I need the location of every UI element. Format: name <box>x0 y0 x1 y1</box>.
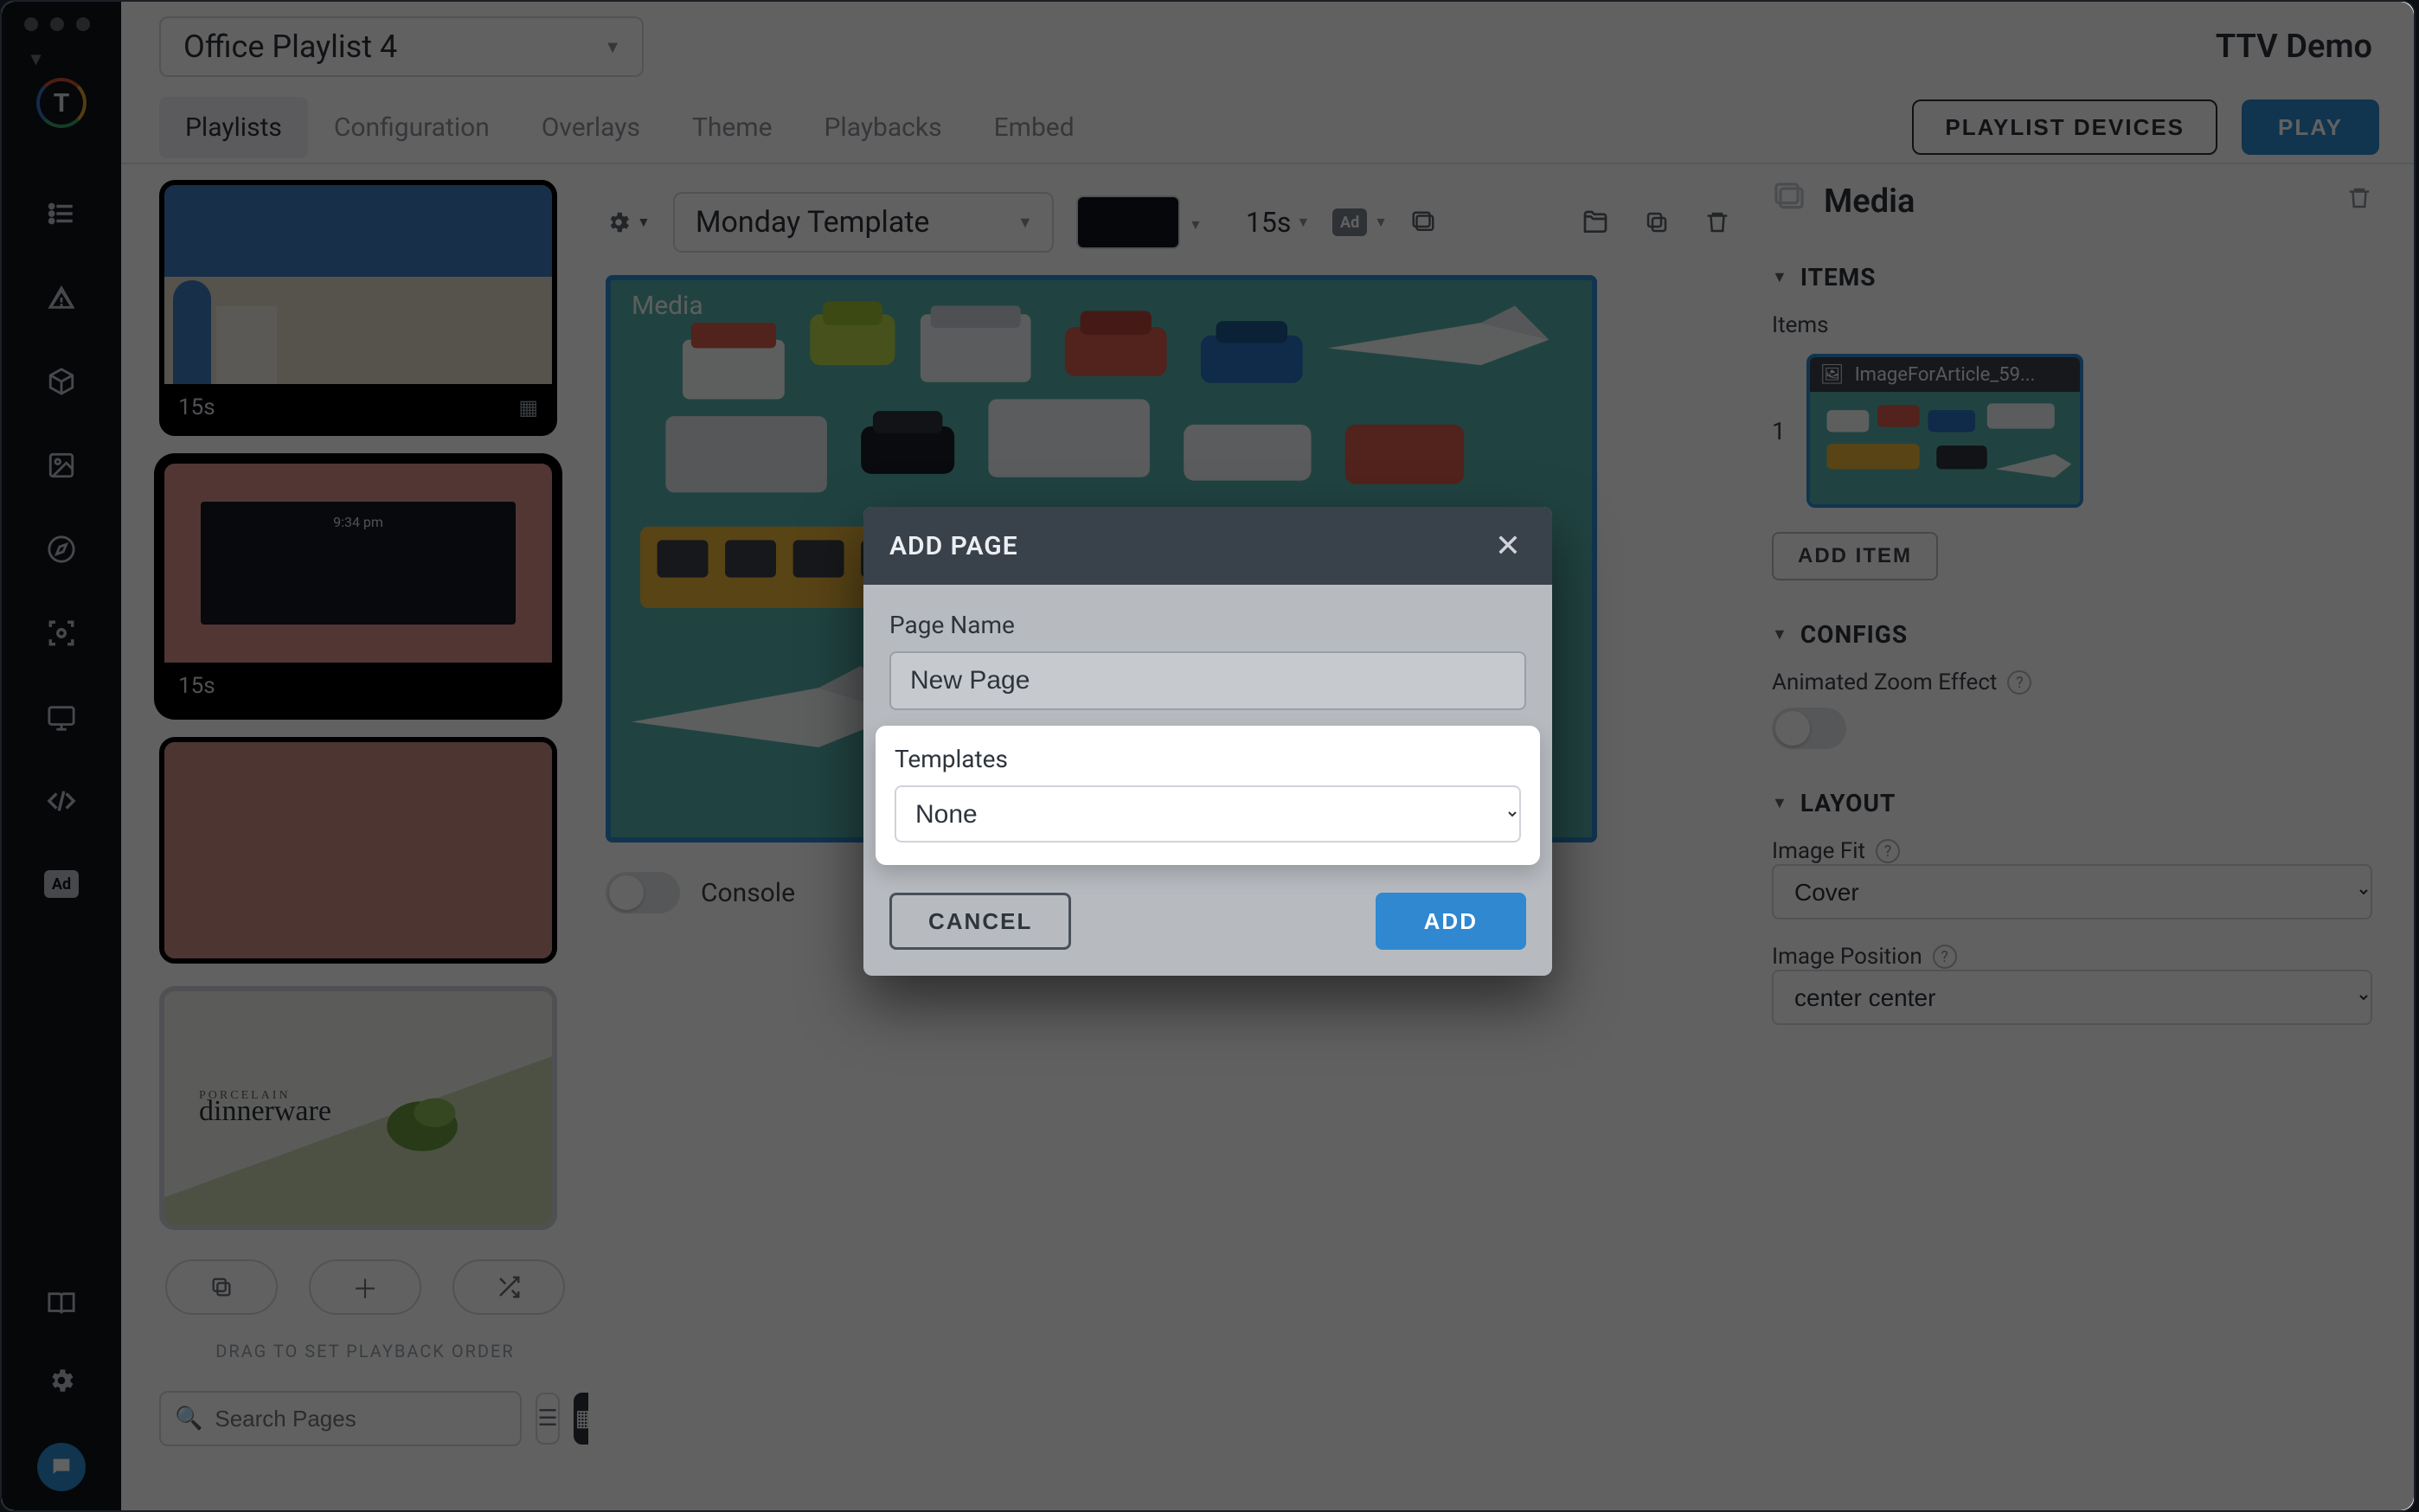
modal-cancel-button[interactable]: CANCEL <box>889 893 1071 950</box>
page-name-input[interactable] <box>889 651 1526 710</box>
modal-body: Page Name Templates None <box>863 585 1552 877</box>
modal-footer: CANCEL ADD <box>863 877 1552 976</box>
page-name-label: Page Name <box>889 611 1526 639</box>
modal-add-button[interactable]: ADD <box>1376 893 1526 950</box>
add-page-modal: ADD PAGE ✕ Page Name Templates None CANC… <box>863 507 1552 976</box>
modal-header: ADD PAGE ✕ <box>863 507 1552 585</box>
templates-label: Templates <box>895 745 1521 773</box>
templates-select[interactable]: None <box>895 785 1521 842</box>
templates-card: Templates None <box>876 726 1540 865</box>
app-window: T <box>0 0 2416 1512</box>
modal-title: ADD PAGE <box>889 531 1018 561</box>
modal-close-button[interactable]: ✕ <box>1490 527 1526 565</box>
